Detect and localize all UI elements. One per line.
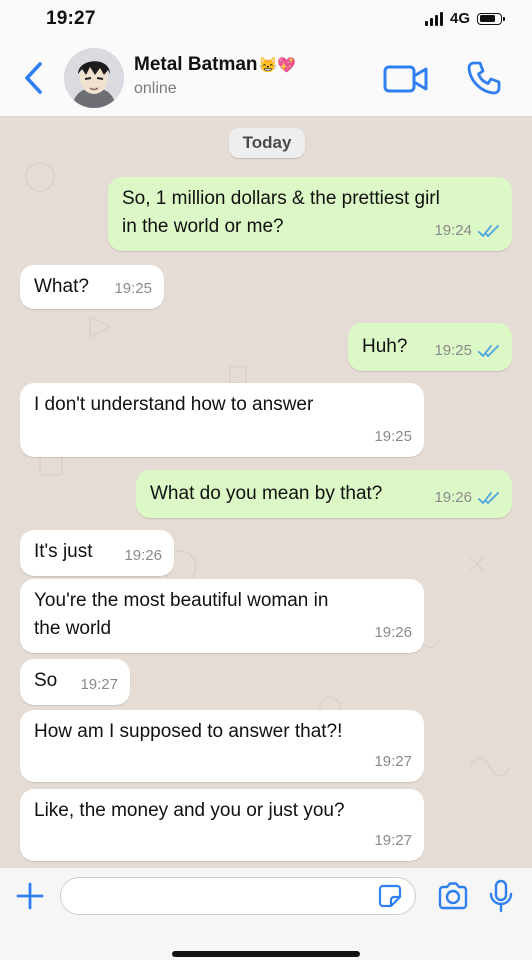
camera-icon[interactable]: [437, 882, 469, 910]
message-text: How am I supposed to answer that?!: [34, 721, 343, 742]
message-text: What?: [34, 276, 89, 297]
message-text: in the world or me?: [122, 216, 284, 237]
message-meta: 19:25: [114, 275, 152, 303]
double-check-icon: [478, 225, 499, 237]
message-text: It's just: [34, 541, 93, 562]
message-text: So: [34, 670, 58, 691]
date-separator: Today: [229, 128, 305, 158]
status-indicators: 4G: [424, 10, 505, 27]
contact-name[interactable]: Metal Batman😸💖: [134, 54, 296, 76]
message-bubble-outgoing[interactable]: Huh? 19:25: [348, 323, 512, 371]
message-meta: 19:25: [374, 423, 412, 451]
double-check-icon: [478, 345, 499, 357]
message-bubble-incoming[interactable]: It's just 19:26: [20, 530, 174, 576]
avatar[interactable]: [64, 48, 124, 108]
contact-name-text: Metal Batman: [134, 54, 258, 75]
message-time: 19:27: [374, 832, 412, 849]
network-label: 4G: [449, 10, 470, 27]
message-time: 19:25: [374, 428, 412, 445]
message-text: So, 1 million dollars & the prettiest gi…: [122, 188, 440, 209]
message-meta: 19:24: [434, 217, 500, 245]
message-time: 19:25: [434, 342, 472, 359]
message-meta: 19:26: [124, 542, 162, 570]
message-meta: 19:27: [374, 827, 412, 855]
message-meta: 19:26: [434, 484, 500, 512]
sticker-icon[interactable]: [378, 884, 402, 908]
message-bubble-outgoing[interactable]: What do you mean by that? 19:26: [136, 470, 512, 518]
message-list[interactable]: Today So, 1 million dollars & the pretti…: [0, 117, 532, 867]
message-meta: 19:25: [434, 337, 500, 365]
presence-status: online: [134, 80, 177, 97]
chevron-left-icon[interactable]: [20, 60, 48, 96]
message-text: You're the most beautiful woman in: [34, 590, 329, 611]
message-time: 19:24: [434, 222, 472, 239]
message-text: Huh?: [362, 336, 408, 357]
plus-icon[interactable]: [16, 882, 44, 910]
message-bubble-incoming[interactable]: Like, the money and you or just you? 19:…: [20, 789, 424, 861]
message-bubble-incoming[interactable]: So 19:27: [20, 659, 130, 705]
message-text: What do you mean by that?: [150, 483, 383, 504]
message-time: 19:27: [374, 753, 412, 770]
message-time: 19:26: [374, 624, 412, 641]
message-text: Like, the money and you or just you?: [34, 800, 345, 821]
message-text: the world: [34, 618, 112, 639]
message-time: 19:27: [80, 676, 118, 693]
status-time: 19:27: [46, 8, 96, 29]
double-check-icon: [478, 492, 499, 504]
message-bubble-incoming[interactable]: How am I supposed to answer that?! 19:27: [20, 710, 424, 782]
chat-screen: 19:27 4G Metal Batman😸💖 online Today So,…: [0, 0, 532, 960]
phone-icon[interactable]: [466, 60, 502, 96]
message-bubble-incoming[interactable]: You're the most beautiful woman in the w…: [20, 579, 424, 653]
message-time: 19:25: [114, 280, 152, 297]
message-input[interactable]: [60, 877, 416, 915]
composer-bar: [0, 867, 532, 960]
microphone-icon[interactable]: [488, 879, 514, 913]
message-bubble-outgoing[interactable]: So, 1 million dollars & the prettiest gi…: [108, 177, 512, 251]
battery-icon: [477, 12, 505, 25]
chat-header: Metal Batman😸💖 online: [0, 40, 532, 117]
signal-icon: [424, 11, 443, 26]
message-meta: 19:27: [80, 671, 118, 699]
message-meta: 19:26: [374, 619, 412, 647]
message-meta: 19:27: [374, 748, 412, 776]
message-time: 19:26: [434, 489, 472, 506]
message-bubble-incoming[interactable]: What? 19:25: [20, 265, 164, 309]
home-indicator: [172, 951, 360, 957]
status-bar: 19:27 4G: [0, 0, 532, 40]
message-bubble-incoming[interactable]: I don't understand how to answer 19:25: [20, 383, 424, 457]
message-time: 19:26: [124, 547, 162, 564]
video-camera-icon[interactable]: [383, 64, 429, 94]
message-text: I don't understand how to answer: [34, 394, 314, 415]
name-emoji: 😸💖: [258, 57, 296, 74]
